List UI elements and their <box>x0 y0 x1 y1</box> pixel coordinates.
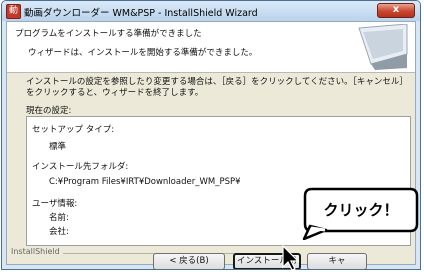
close-button[interactable]: x <box>377 3 415 18</box>
current-settings-label: 現在の設定: <box>26 106 72 116</box>
computer-graphic-icon <box>358 24 408 70</box>
setup-type-value: 標準 <box>49 142 67 152</box>
setup-type-label: セットアップ タイプ: <box>32 125 115 135</box>
user-info-label: ユーザ情報: <box>32 199 78 209</box>
installshield-brand: InstallShield <box>11 247 63 256</box>
company-label: 会社: <box>49 227 69 237</box>
click-callout: クリック！ <box>302 186 420 240</box>
cancel-button[interactable]: キャ <box>307 253 367 269</box>
app-icon: 動 <box>6 4 21 19</box>
mouse-cursor-icon <box>282 245 300 271</box>
header-panel: プログラムをインストールする準備ができました ウィザードは、インストールを開始す… <box>7 22 415 73</box>
callout-text: クリック！ <box>323 201 399 219</box>
instruction-text: インストールの設定を参照したり変更する場合は、［戻る］をクリックしてください。［… <box>26 77 404 98</box>
install-folder-value: C:¥Program Files¥IRT¥Downloader_WM_PSP¥ <box>49 177 241 187</box>
window-title: 動画ダウンローダー WM&PSP - InstallShield Wizard <box>24 8 258 19</box>
header-title: プログラムをインストールする準備ができました <box>15 29 202 39</box>
header-subtitle: ウィザードは、インストールを開始する準備ができました。 <box>28 48 258 58</box>
back-button[interactable]: < 戻る(B) <box>153 253 225 269</box>
name-label: 名前: <box>49 213 69 223</box>
install-folder-label: インストール先フォルダ: <box>32 162 129 172</box>
title-bar[interactable]: 動 動画ダウンローダー WM&PSP - InstallShield Wizar… <box>2 1 420 21</box>
